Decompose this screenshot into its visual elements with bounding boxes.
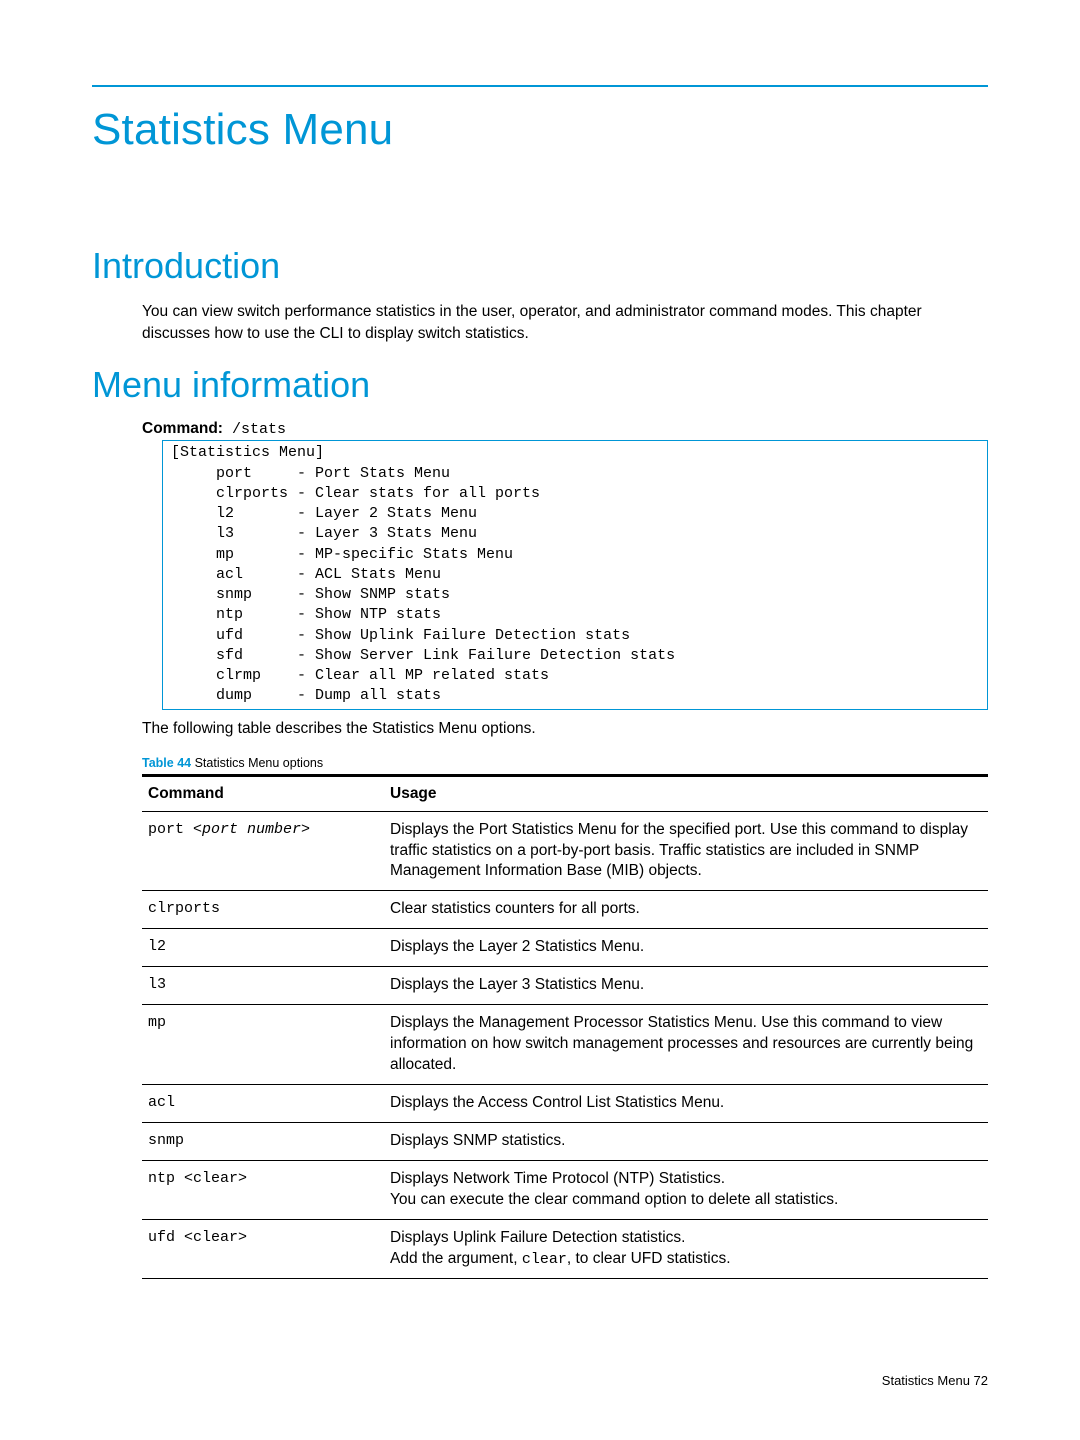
cmd-cell: clrports (142, 891, 384, 929)
usage-cell: Displays Network Time Protocol (NTP) Sta… (384, 1160, 988, 1219)
table-caption-text: Statistics Menu options (191, 756, 323, 770)
cmd-cell: ufd <clear> (142, 1219, 384, 1278)
usage-cell: Clear statistics counters for all ports. (384, 891, 988, 929)
section-title-menu-information: Menu information (92, 364, 988, 406)
cmd-cell: mp (142, 1005, 384, 1085)
table-caption: Table 44 Statistics Menu options (142, 756, 988, 770)
cmd-cell: port <port number> (142, 811, 384, 891)
command-label: Command: (142, 420, 223, 437)
table-row: mp Displays the Management Processor Sta… (142, 1005, 988, 1085)
usage-line: Displays Network Time Protocol (NTP) Sta… (390, 1170, 725, 1187)
table-row: l2 Displays the Layer 2 Statistics Menu. (142, 929, 988, 967)
usage-cell: Displays the Management Processor Statis… (384, 1005, 988, 1085)
cmd-cell: ntp <clear> (142, 1160, 384, 1219)
usage-cell: Displays the Layer 3 Statistics Menu. (384, 967, 988, 1005)
intro-body: You can view switch performance statisti… (142, 301, 988, 344)
page-footer: Statistics Menu 72 (882, 1373, 988, 1388)
cmd-cell: l2 (142, 929, 384, 967)
usage-line-part: Add the argument, (390, 1250, 522, 1267)
cmd-prefix: port (148, 821, 193, 838)
table-row: clrports Clear statistics counters for a… (142, 891, 988, 929)
table-caption-label: Table 44 (142, 756, 191, 770)
section-title-introduction: Introduction (92, 245, 988, 287)
cmd-cell: snmp (142, 1122, 384, 1160)
table-header-command: Command (142, 775, 384, 811)
table-row: ufd <clear> Displays Uplink Failure Dete… (142, 1219, 988, 1278)
usage-cell: Displays SNMP statistics. (384, 1122, 988, 1160)
usage-line: You can execute the clear command option… (390, 1191, 838, 1208)
table-row: l3 Displays the Layer 3 Statistics Menu. (142, 967, 988, 1005)
table-header-usage: Usage (384, 775, 988, 811)
usage-line-part: , to clear UFD statistics. (567, 1250, 731, 1267)
table-row: port <port number> Displays the Port Sta… (142, 811, 988, 891)
after-box-text: The following table describes the Statis… (142, 720, 988, 738)
statistics-menu-options-table: Command Usage port <port number> Display… (142, 774, 988, 1279)
chapter-title: Statistics Menu (92, 105, 988, 155)
table-row: acl Displays the Access Control List Sta… (142, 1084, 988, 1122)
table-row: snmp Displays SNMP statistics. (142, 1122, 988, 1160)
usage-line: Displays Uplink Failure Detection statis… (390, 1229, 685, 1246)
cmd-cell: acl (142, 1084, 384, 1122)
usage-cell: Displays the Port Statistics Menu for th… (384, 811, 988, 891)
top-rule (92, 85, 988, 87)
table-row: ntp <clear> Displays Network Time Protoc… (142, 1160, 988, 1219)
command-line: Command: /stats (142, 420, 988, 438)
table-header-row: Command Usage (142, 775, 988, 811)
usage-cell: Displays the Layer 2 Statistics Menu. (384, 929, 988, 967)
statistics-menu-code-block: [Statistics Menu] port - Port Stats Menu… (162, 440, 988, 709)
cmd-cell: l3 (142, 967, 384, 1005)
usage-cell: Displays the Access Control List Statist… (384, 1084, 988, 1122)
command-value: /stats (223, 421, 286, 438)
cmd-arg: <port number> (193, 821, 310, 838)
usage-cell: Displays Uplink Failure Detection statis… (384, 1219, 988, 1278)
usage-mono: clear (522, 1251, 567, 1268)
